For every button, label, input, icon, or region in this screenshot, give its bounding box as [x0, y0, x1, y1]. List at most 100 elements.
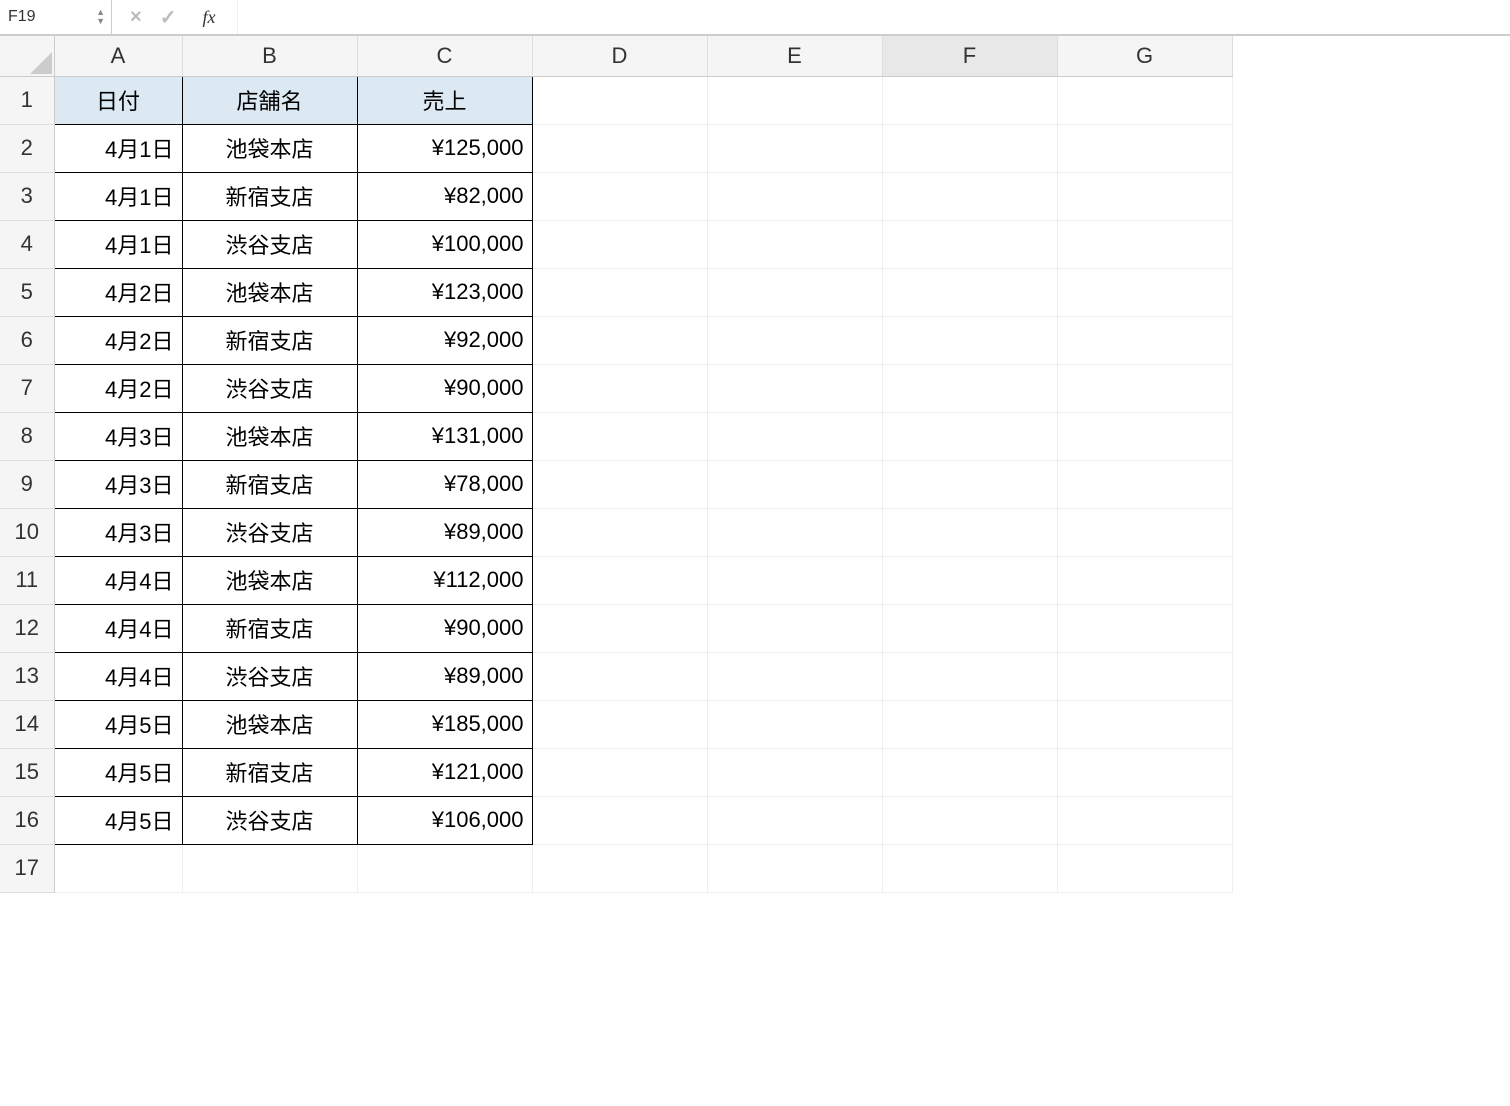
row-header-14[interactable]: 14 [0, 700, 54, 748]
cell-D13[interactable] [532, 652, 707, 700]
cell-B2[interactable]: 池袋本店 [182, 124, 357, 172]
cell-A12[interactable]: 4月4日 [54, 604, 182, 652]
cell-A2[interactable]: 4月1日 [54, 124, 182, 172]
cell-D7[interactable] [532, 364, 707, 412]
cell-E10[interactable] [707, 508, 882, 556]
cell-A1[interactable]: 日付 [54, 76, 182, 124]
cancel-button[interactable]: × [130, 6, 142, 29]
cell-G13[interactable] [1057, 652, 1232, 700]
cell-E14[interactable] [707, 700, 882, 748]
cell-C17[interactable] [357, 844, 532, 892]
cell-C7[interactable]: ¥90,000 [357, 364, 532, 412]
row-header-13[interactable]: 13 [0, 652, 54, 700]
cell-D15[interactable] [532, 748, 707, 796]
cell-B4[interactable]: 渋谷支店 [182, 220, 357, 268]
cell-E15[interactable] [707, 748, 882, 796]
cell-B5[interactable]: 池袋本店 [182, 268, 357, 316]
cell-F7[interactable] [882, 364, 1057, 412]
cell-A16[interactable]: 4月5日 [54, 796, 182, 844]
cell-B14[interactable]: 池袋本店 [182, 700, 357, 748]
cell-G2[interactable] [1057, 124, 1232, 172]
formula-input[interactable] [237, 0, 1510, 34]
cell-A8[interactable]: 4月3日 [54, 412, 182, 460]
col-header-G[interactable]: G [1057, 36, 1232, 76]
cell-B10[interactable]: 渋谷支店 [182, 508, 357, 556]
cell-F10[interactable] [882, 508, 1057, 556]
cell-A7[interactable]: 4月2日 [54, 364, 182, 412]
cell-G17[interactable] [1057, 844, 1232, 892]
cell-C4[interactable]: ¥100,000 [357, 220, 532, 268]
cell-D2[interactable] [532, 124, 707, 172]
cell-C6[interactable]: ¥92,000 [357, 316, 532, 364]
cell-B6[interactable]: 新宿支店 [182, 316, 357, 364]
cell-D14[interactable] [532, 700, 707, 748]
cell-A14[interactable]: 4月5日 [54, 700, 182, 748]
cell-C13[interactable]: ¥89,000 [357, 652, 532, 700]
cell-F5[interactable] [882, 268, 1057, 316]
cell-F14[interactable] [882, 700, 1057, 748]
cell-E11[interactable] [707, 556, 882, 604]
cell-A4[interactable]: 4月1日 [54, 220, 182, 268]
cell-F16[interactable] [882, 796, 1057, 844]
row-header-7[interactable]: 7 [0, 364, 54, 412]
cell-G10[interactable] [1057, 508, 1232, 556]
cell-D17[interactable] [532, 844, 707, 892]
row-header-11[interactable]: 11 [0, 556, 54, 604]
cell-E12[interactable] [707, 604, 882, 652]
cell-F2[interactable] [882, 124, 1057, 172]
cell-C2[interactable]: ¥125,000 [357, 124, 532, 172]
cell-F1[interactable] [882, 76, 1057, 124]
cell-B17[interactable] [182, 844, 357, 892]
cell-A13[interactable]: 4月4日 [54, 652, 182, 700]
cell-D3[interactable] [532, 172, 707, 220]
cell-G7[interactable] [1057, 364, 1232, 412]
cell-F12[interactable] [882, 604, 1057, 652]
arrow-down-icon[interactable]: ▼ [96, 17, 105, 26]
name-box[interactable]: F19 ▲ ▼ [0, 0, 112, 34]
cell-A17[interactable] [54, 844, 182, 892]
cell-E17[interactable] [707, 844, 882, 892]
cell-D10[interactable] [532, 508, 707, 556]
cell-B11[interactable]: 池袋本店 [182, 556, 357, 604]
row-header-8[interactable]: 8 [0, 412, 54, 460]
cell-F11[interactable] [882, 556, 1057, 604]
row-header-6[interactable]: 6 [0, 316, 54, 364]
cell-E4[interactable] [707, 220, 882, 268]
cell-E1[interactable] [707, 76, 882, 124]
cell-B9[interactable]: 新宿支店 [182, 460, 357, 508]
cell-D16[interactable] [532, 796, 707, 844]
cell-G5[interactable] [1057, 268, 1232, 316]
cell-D4[interactable] [532, 220, 707, 268]
cell-B12[interactable]: 新宿支店 [182, 604, 357, 652]
row-header-3[interactable]: 3 [0, 172, 54, 220]
cell-G4[interactable] [1057, 220, 1232, 268]
cell-E6[interactable] [707, 316, 882, 364]
cell-B16[interactable]: 渋谷支店 [182, 796, 357, 844]
cell-G11[interactable] [1057, 556, 1232, 604]
cell-B7[interactable]: 渋谷支店 [182, 364, 357, 412]
cell-D6[interactable] [532, 316, 707, 364]
cell-C11[interactable]: ¥112,000 [357, 556, 532, 604]
cell-F6[interactable] [882, 316, 1057, 364]
row-header-4[interactable]: 4 [0, 220, 54, 268]
cell-E7[interactable] [707, 364, 882, 412]
row-header-12[interactable]: 12 [0, 604, 54, 652]
cell-D5[interactable] [532, 268, 707, 316]
cell-F8[interactable] [882, 412, 1057, 460]
cell-A5[interactable]: 4月2日 [54, 268, 182, 316]
col-header-E[interactable]: E [707, 36, 882, 76]
cell-G6[interactable] [1057, 316, 1232, 364]
select-all-corner[interactable] [0, 36, 54, 76]
cell-C5[interactable]: ¥123,000 [357, 268, 532, 316]
cell-G14[interactable] [1057, 700, 1232, 748]
cell-C16[interactable]: ¥106,000 [357, 796, 532, 844]
cell-D12[interactable] [532, 604, 707, 652]
row-header-9[interactable]: 9 [0, 460, 54, 508]
cell-B15[interactable]: 新宿支店 [182, 748, 357, 796]
cell-E3[interactable] [707, 172, 882, 220]
cell-A15[interactable]: 4月5日 [54, 748, 182, 796]
cell-C3[interactable]: ¥82,000 [357, 172, 532, 220]
row-header-2[interactable]: 2 [0, 124, 54, 172]
col-header-F[interactable]: F [882, 36, 1057, 76]
cell-G12[interactable] [1057, 604, 1232, 652]
